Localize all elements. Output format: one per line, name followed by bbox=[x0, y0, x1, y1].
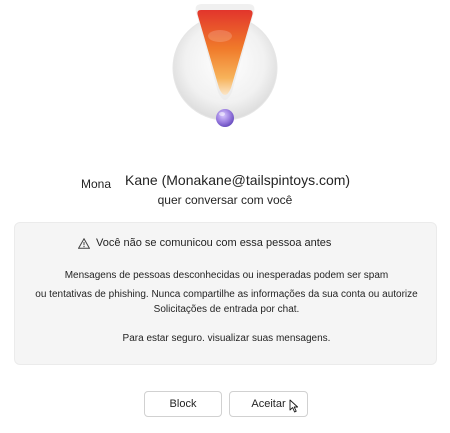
exclamation-illustration bbox=[172, 4, 278, 127]
mouse-pointer-icon bbox=[289, 399, 299, 413]
warning-triangle-icon bbox=[78, 237, 90, 249]
warning-line-4: Para estar seguro. visualizar suas mensa… bbox=[122, 333, 331, 344]
warning-title: Você não se comunicou com essa pessoa an… bbox=[96, 237, 332, 249]
warning-box: Você não se comunicou com essa pessoa an… bbox=[14, 222, 437, 365]
message-request-dialog: Mona Kane (Monakane@tailspintoys.com) qu… bbox=[0, 0, 450, 433]
sender-name-email: Kane (Monakane@tailspintoys.com) bbox=[125, 172, 351, 188]
warning-line-2: ou tentativas de phishing. Nunca compart… bbox=[35, 289, 418, 300]
sender-first-name: Mona bbox=[81, 177, 112, 191]
warning-line-3: Solicitações de entrada por chat. bbox=[153, 304, 300, 315]
request-subtitle: quer conversar com você bbox=[157, 193, 293, 207]
warning-line-1: Mensagens de pessoas desconhecidas ou in… bbox=[64, 270, 389, 281]
block-button[interactable]: Block bbox=[144, 391, 222, 417]
warning-header: Você não se comunicou com essa pessoa an… bbox=[78, 237, 331, 249]
